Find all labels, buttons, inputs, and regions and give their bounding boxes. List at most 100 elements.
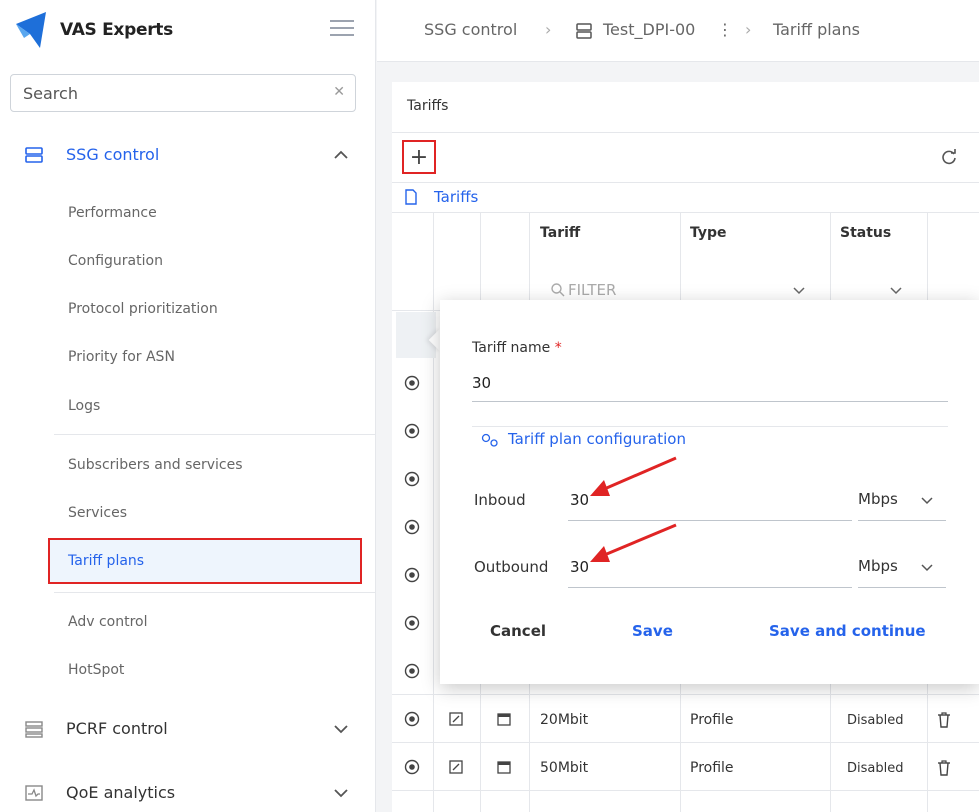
divider [392, 694, 979, 695]
sidebar-item-label: Tariff plans [68, 553, 145, 569]
breadcrumb-separator: › [545, 20, 552, 39]
play-circle-icon[interactable] [404, 663, 420, 679]
tariff-plan-configuration-link[interactable]: Tariff plan configuration [508, 430, 686, 448]
chevron-down-icon [334, 725, 348, 734]
save-button[interactable]: Save [632, 622, 673, 640]
breadcrumb: SSG control › Test_DPI-00 ⋮ › Tariff pla… [377, 0, 979, 62]
play-circle-icon[interactable] [404, 711, 420, 727]
nav-label: SSG control [66, 145, 160, 164]
cancel-button[interactable]: Cancel [490, 622, 546, 640]
divider [392, 742, 979, 743]
status-badge: Disabled [847, 761, 904, 776]
sidebar-item-subscribers[interactable]: Subscribers and services [68, 457, 243, 473]
breadcrumb-ssg-control[interactable]: SSG control [424, 20, 517, 39]
clear-icon[interactable]: ✕ [333, 84, 345, 100]
edit-icon[interactable] [449, 712, 463, 726]
vas-experts-logo-icon [16, 12, 46, 48]
menu-toggle-icon[interactable] [330, 20, 354, 38]
chevron-down-icon[interactable] [889, 286, 903, 296]
search-icon [551, 283, 565, 297]
refresh-icon[interactable] [940, 148, 958, 166]
sidebar-item-adv-control[interactable]: Adv control [68, 614, 147, 630]
divider [472, 426, 948, 427]
sidebar-item-hotspot[interactable]: HotSpot [68, 662, 124, 678]
play-circle-icon[interactable] [404, 375, 420, 391]
sidebar-item-services[interactable]: Services [68, 505, 127, 521]
outbound-unit-select[interactable]: Mbps [858, 557, 898, 575]
chevron-down-icon[interactable] [792, 286, 806, 296]
sidebar: VAS Experts Search ✕ SSG control Perform… [0, 0, 376, 812]
sidebar-item-protocol-prioritization[interactable]: Protocol prioritization [68, 301, 218, 317]
sidebar-item-performance[interactable]: Performance [68, 205, 157, 221]
sidebar-divider [54, 434, 376, 435]
brand-name: VAS Experts [60, 20, 173, 40]
server-icon [25, 147, 43, 163]
panel-title: Tariffs [407, 98, 449, 114]
play-circle-icon[interactable] [404, 519, 420, 535]
nav-label: QoE analytics [66, 783, 176, 802]
inbound-unit-select[interactable]: Mbps [858, 490, 898, 508]
chevron-up-icon [334, 150, 348, 159]
trash-icon[interactable] [937, 760, 951, 776]
row-highlight [396, 312, 436, 358]
sidebar-item-tariff-plans[interactable]: Tariff plans [48, 538, 362, 584]
tariff-filter-input[interactable]: FILTER [568, 281, 616, 299]
add-tariff-button[interactable]: + [402, 140, 436, 174]
divider [392, 132, 979, 133]
play-circle-icon[interactable] [404, 615, 420, 631]
sidebar-item-priority-asn[interactable]: Priority for ASN [68, 349, 175, 365]
tariff-name: 50Mbit [540, 760, 589, 776]
input-underline [858, 587, 946, 588]
play-circle-icon[interactable] [404, 423, 420, 439]
divider [392, 182, 979, 183]
settings-icon [481, 433, 498, 447]
column-header-type[interactable]: Type [690, 225, 727, 241]
save-and-continue-button[interactable]: Save and continue [769, 622, 926, 640]
calendar-icon[interactable] [497, 712, 511, 726]
sidebar-item-configuration[interactable]: Configuration [68, 253, 163, 269]
tariff-type: Profile [690, 760, 734, 776]
nav-pcrf-control[interactable]: PCRF control [0, 706, 376, 752]
outbound-input[interactable]: 30 [570, 558, 589, 576]
edit-icon[interactable] [449, 760, 463, 774]
nav-label: PCRF control [66, 719, 168, 738]
calendar-icon[interactable] [497, 760, 511, 774]
pcrf-icon [25, 721, 43, 738]
label-text: Tariff name [472, 340, 551, 356]
play-circle-icon[interactable] [404, 567, 420, 583]
tariff-name: 20Mbit [540, 712, 589, 728]
play-circle-icon[interactable] [404, 471, 420, 487]
analytics-icon [25, 785, 43, 801]
chevron-down-icon[interactable] [920, 496, 934, 506]
inbound-label: Inboud [474, 491, 526, 509]
input-underline [568, 587, 852, 588]
status-badge: Disabled [847, 713, 904, 728]
input-underline [472, 401, 948, 402]
more-vertical-icon[interactable]: ⋮ [717, 20, 733, 39]
inbound-input[interactable]: 30 [570, 491, 589, 509]
tariff-dialog: Tariff name * 30 Tariff plan configurati… [440, 300, 979, 684]
sidebar-item-logs[interactable]: Logs [68, 398, 100, 414]
breadcrumb-tariff-plans[interactable]: Tariff plans [773, 20, 860, 39]
search-input[interactable]: Search ✕ [10, 74, 356, 112]
divider [392, 790, 979, 791]
column-header-status[interactable]: Status [840, 225, 891, 241]
sidebar-divider [54, 592, 376, 593]
breadcrumb-separator: › [745, 20, 752, 39]
chevron-down-icon[interactable] [920, 563, 934, 573]
tariff-name-input[interactable]: 30 [472, 374, 491, 392]
search-placeholder: Search [23, 83, 78, 103]
nav-qoe-analytics[interactable]: QoE analytics [0, 770, 376, 812]
document-icon [405, 189, 417, 205]
tab-tariffs[interactable]: Tariffs [434, 188, 478, 206]
breadcrumb-device[interactable]: Test_DPI-00 [603, 20, 695, 39]
outbound-label: Outbound [474, 558, 549, 576]
trash-icon[interactable] [937, 712, 951, 728]
input-underline [858, 520, 946, 521]
chevron-down-icon [334, 789, 348, 798]
tariff-name-label: Tariff name * [472, 340, 562, 356]
play-circle-icon[interactable] [404, 759, 420, 775]
column-header-tariff[interactable]: Tariff [540, 225, 580, 241]
nav-ssg-control[interactable]: SSG control [0, 132, 376, 178]
tariff-type: Profile [690, 712, 734, 728]
